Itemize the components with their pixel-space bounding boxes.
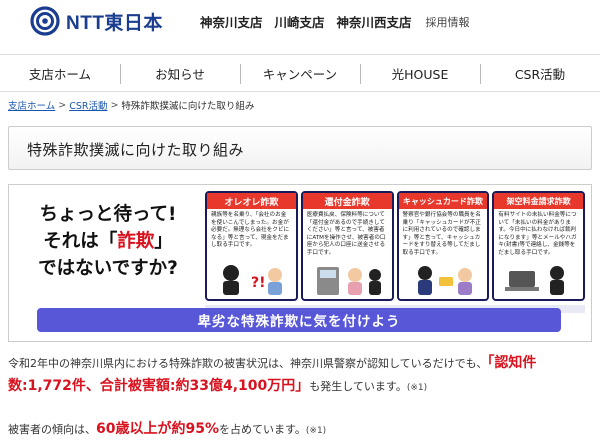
laptop-scammer-icon xyxy=(494,259,583,295)
ntt-logo-icon xyxy=(30,6,60,36)
page-title-box: 特殊詐欺撲滅に向けた取り組み xyxy=(8,126,592,170)
atm-icon xyxy=(303,259,392,295)
fraud-type-cards: オレオレ詐欺 親族等を名乗り、「会社のお金を使いこんでしまった。お金が必要だ。無… xyxy=(205,191,585,301)
slogan-line-3: ではないですか? xyxy=(38,258,178,279)
slogan-line-1: ちょっと待って! xyxy=(39,204,177,225)
page-title: 特殊詐欺撲滅に向けた取り組み xyxy=(27,141,245,159)
nav-item-news[interactable]: お知らせ xyxy=(120,55,240,91)
banner-slogan: ちょっと待って! それは「詐欺」 ではないですか? xyxy=(19,201,197,282)
breadcrumb-home-link[interactable]: 支店ホーム xyxy=(8,98,55,112)
p2-footnote: (※1) xyxy=(305,426,327,436)
banner-callout: 卑劣な特殊詐欺に気を付けよう xyxy=(37,308,561,332)
logo-text: NTT東日本 xyxy=(66,12,163,34)
svg-text:?!: ?! xyxy=(251,275,266,291)
nav-item-csr[interactable]: CSR活動 xyxy=(480,55,600,91)
slogan-line-2-pre: それは「 xyxy=(43,231,118,252)
card-oreore: オレオレ詐欺 親族等を名乗り、「会社のお金を使いこんでしまった。お金が必要だ。無… xyxy=(205,191,298,301)
p1-tail: も発生しています。 xyxy=(309,380,407,393)
nav-item-hikari-house[interactable]: 光HOUSE xyxy=(360,55,480,91)
card-cashcard: キャッシュカード詐欺 警察官や銀行協会等の職員を名乗り「キャッシュカードが不正に… xyxy=(396,191,490,301)
p1-footnote: (※1) xyxy=(406,383,428,393)
card-refund-body: 医療費払戻、保険料等について「還付金があるので手続きしてください」等と言って、被… xyxy=(306,212,386,256)
damage-status-paragraph: 令和2年中の神奈川県内における特殊詐欺の被害状況は、神奈川県警察が認知しているだ… xyxy=(8,352,594,400)
p2-highlight: 60歳以上が約95% xyxy=(96,421,219,437)
ntt-logo[interactable]: NTT東日本 xyxy=(30,6,163,36)
breadcrumb-separator: > xyxy=(58,99,67,111)
branch-kanagawa[interactable]: 神奈川支店 xyxy=(200,12,263,31)
breadcrumb-csr-link[interactable]: CSR活動 xyxy=(69,98,107,112)
breadcrumb: 支店ホーム > CSR活動 > 特殊詐欺撲滅に向けた取り組み xyxy=(8,98,255,113)
card-oreore-title: オレオレ詐欺 xyxy=(207,193,296,209)
p2-text: 被害者の傾向は、 xyxy=(8,423,96,436)
recruit-link[interactable]: 採用情報 xyxy=(426,14,470,30)
slogan-line-2: それは「詐欺」 xyxy=(19,228,197,255)
branch-kawasaki[interactable]: 川崎支店 xyxy=(275,12,325,31)
slogan-line-2-post: 」 xyxy=(154,231,173,252)
police-impersonator-icon xyxy=(399,259,488,295)
card-oreore-body: 親族等を名乗り、「会社のお金を使いこんでしまった。お金が必要だ。無理なら会社をク… xyxy=(211,212,290,248)
main-nav: 支店ホーム お知らせ キャンペーン 光HOUSE CSR活動 xyxy=(0,54,600,92)
branch-links: 神奈川支店 川崎支店 神奈川西支店 採用情報 xyxy=(200,12,470,31)
card-refund: 還付金詐欺 医療費払戻、保険料等について「還付金があるので手続きしてください」等… xyxy=(300,191,394,301)
slogan-fraud-word: 詐欺 xyxy=(117,231,155,252)
branch-kanagawa-nishi[interactable]: 神奈川西支店 xyxy=(337,12,412,31)
card-fake-billing: 架空料金請求詐欺 有料サイトの未払い料金等について「未払いの料金があります。今日… xyxy=(492,191,585,301)
scammer-phone-icon: ?! xyxy=(207,259,296,295)
card-fake-billing-body: 有料サイトの未払い料金等について「未払いの料金があります。今日中に払わなければ裁… xyxy=(498,212,577,256)
breadcrumb-current: 特殊詐欺撲滅に向けた取り組み xyxy=(121,101,255,112)
fraud-warning-banner: ちょっと待って! それは「詐欺」 ではないですか? オレオレ詐欺 親族等を名乗り… xyxy=(8,184,592,342)
p1-text: 令和2年中の神奈川県内における特殊詐欺の被害状況は、神奈川県警察が認知しているだ… xyxy=(8,357,488,370)
site-header: NTT東日本 神奈川支店 川崎支店 神奈川西支店 採用情報 xyxy=(0,0,600,44)
breadcrumb-separator: > xyxy=(110,99,119,111)
card-refund-title: 還付金詐欺 xyxy=(302,193,392,209)
nav-item-branch-home[interactable]: 支店ホーム xyxy=(0,55,120,91)
card-fake-billing-title: 架空料金請求詐欺 xyxy=(494,193,583,209)
card-cashcard-body: 警察官や銀行協会等の職員を名乗り「キャッシュカードが不正に利用されているので確認… xyxy=(402,212,481,256)
p2-tail: を占めています。 xyxy=(219,423,306,436)
card-cashcard-title: キャッシュカード詐欺 xyxy=(398,193,488,209)
victim-trend-paragraph: 被害者の傾向は、60歳以上が約95%を占めています。(※1) xyxy=(8,418,594,443)
nav-item-campaign[interactable]: キャンペーン xyxy=(240,55,360,91)
